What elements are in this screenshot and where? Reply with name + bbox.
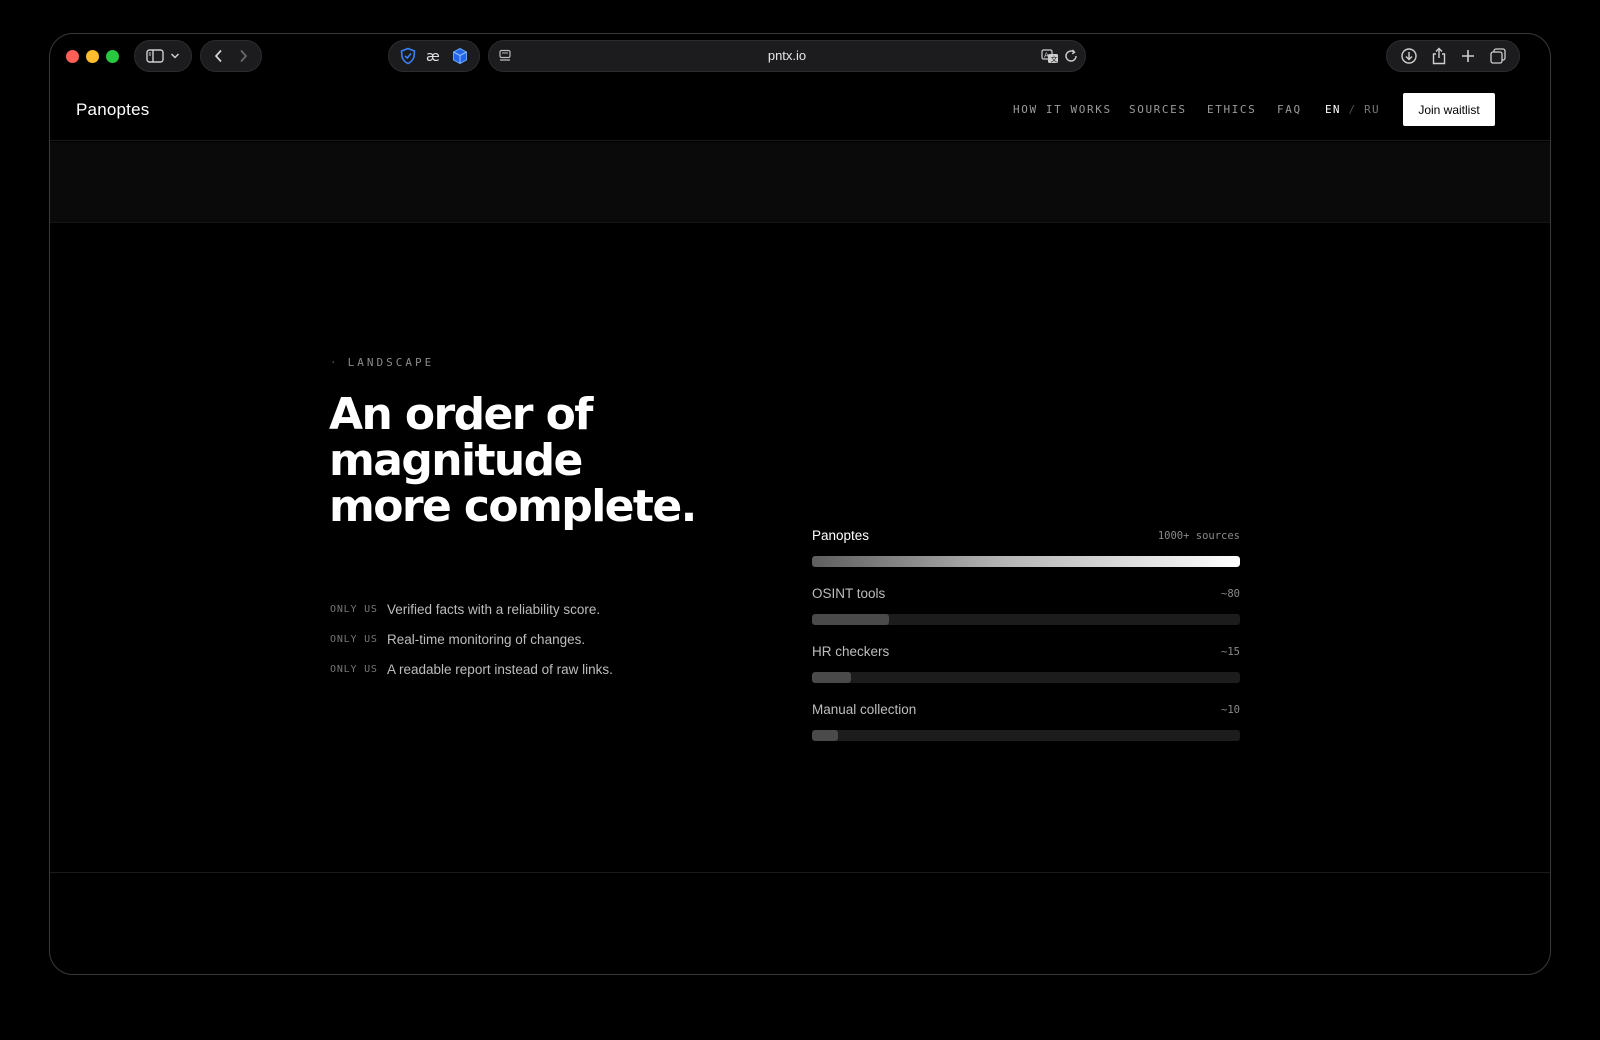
address-actions: A文 bbox=[1041, 48, 1079, 64]
nav-sources[interactable]: SOURCES bbox=[1129, 103, 1187, 116]
address-bar[interactable]: pntx.io A文 bbox=[488, 40, 1086, 72]
comparison-count: ~80 bbox=[1221, 588, 1240, 600]
feature-item: ONLY US Verified facts with a reliabilit… bbox=[330, 594, 613, 624]
download-icon[interactable] bbox=[1400, 47, 1418, 65]
tabs-overview-icon[interactable] bbox=[1489, 47, 1507, 65]
header-band bbox=[50, 142, 1550, 223]
site-header: Panoptes HOW IT WORKS SOURCES ETHICS FAQ… bbox=[50, 79, 1550, 141]
comparison-count: ~15 bbox=[1221, 646, 1240, 658]
feature-tag: ONLY US bbox=[330, 603, 378, 615]
feature-text: A readable report instead of raw links. bbox=[387, 661, 613, 677]
sidebar-toggle-group bbox=[134, 40, 192, 72]
extensions-group: æ bbox=[388, 40, 480, 72]
feature-item: ONLY US Real-time monitoring of changes. bbox=[330, 624, 613, 654]
reload-icon[interactable] bbox=[1063, 48, 1079, 64]
zoom-window-button[interactable] bbox=[106, 50, 119, 63]
shield-extension-icon[interactable] bbox=[399, 47, 417, 65]
comparison-bar-fill bbox=[812, 730, 838, 741]
eyebrow-label: LANDSCAPE bbox=[347, 356, 435, 369]
browser-window: æ pntx.io A文 Panoptes HOW IT WORKS SOURC… bbox=[49, 33, 1551, 975]
history-nav-group bbox=[200, 40, 262, 72]
toolbar-actions bbox=[1386, 40, 1520, 72]
svg-text:A: A bbox=[1044, 52, 1049, 60]
browser-toolbar: æ pntx.io A文 bbox=[50, 34, 1550, 79]
feature-list: ONLY US Verified facts with a reliabilit… bbox=[330, 594, 613, 684]
lang-ru[interactable]: RU bbox=[1364, 103, 1380, 116]
language-switcher: EN / RU bbox=[1325, 103, 1380, 116]
cube-extension-icon[interactable] bbox=[451, 47, 469, 65]
section-headline: An order of magnitude more complete. bbox=[329, 392, 849, 530]
comparison-label: Manual collection bbox=[812, 702, 917, 717]
nav-faq[interactable]: FAQ bbox=[1277, 103, 1302, 116]
section-eyebrow: · LANDSCAPE bbox=[330, 356, 434, 369]
svg-text:文: 文 bbox=[1051, 55, 1058, 64]
translate-icon[interactable]: A文 bbox=[1041, 48, 1059, 64]
new-tab-icon[interactable] bbox=[1460, 48, 1476, 64]
share-icon[interactable] bbox=[1431, 47, 1447, 65]
lang-en[interactable]: EN bbox=[1325, 103, 1341, 116]
comparison-bar-track bbox=[812, 614, 1240, 625]
feature-tag: ONLY US bbox=[330, 633, 378, 645]
section-divider bbox=[50, 872, 1550, 873]
eyebrow-dot: · bbox=[330, 356, 340, 369]
join-waitlist-button[interactable]: Join waitlist bbox=[1403, 93, 1495, 126]
headline-line-2: more complete. bbox=[329, 481, 697, 532]
comparison-bar-track bbox=[812, 672, 1240, 683]
comparison-label: HR checkers bbox=[812, 644, 890, 659]
comparison-label: Panoptes bbox=[812, 528, 870, 543]
forward-icon[interactable] bbox=[237, 49, 249, 63]
feature-item: ONLY US A readable report instead of raw… bbox=[330, 654, 613, 684]
minimize-window-button[interactable] bbox=[86, 50, 99, 63]
back-icon[interactable] bbox=[213, 49, 225, 63]
comparison-label: OSINT tools bbox=[812, 586, 886, 601]
feature-text: Real-time monitoring of changes. bbox=[387, 631, 586, 647]
comparison-count: 1000+ sources bbox=[1157, 530, 1240, 542]
comparison-bar-fill bbox=[812, 672, 851, 683]
comparison-bar-track bbox=[812, 556, 1240, 567]
comparison-bar-track bbox=[812, 730, 1240, 741]
site-logo[interactable]: Panoptes bbox=[76, 100, 149, 120]
feature-tag: ONLY US bbox=[330, 663, 378, 675]
headline-line-1: An order of magnitude bbox=[329, 389, 593, 486]
nav-how-it-works[interactable]: HOW IT WORKS bbox=[1013, 103, 1112, 116]
lang-separator: / bbox=[1348, 103, 1357, 116]
comparison-bar-fill bbox=[812, 556, 1240, 567]
url-text[interactable]: pntx.io bbox=[489, 48, 1085, 63]
ae-extension-icon[interactable]: æ bbox=[425, 47, 443, 65]
comparison-count: ~10 bbox=[1221, 704, 1240, 716]
svg-text:æ: æ bbox=[426, 49, 440, 65]
comparison-bar-fill bbox=[812, 614, 890, 625]
chevron-down-icon[interactable] bbox=[170, 52, 180, 60]
close-window-button[interactable] bbox=[66, 50, 79, 63]
sidebar-icon[interactable] bbox=[146, 49, 164, 63]
nav-ethics[interactable]: ETHICS bbox=[1207, 103, 1256, 116]
feature-text: Verified facts with a reliability score. bbox=[387, 601, 601, 617]
